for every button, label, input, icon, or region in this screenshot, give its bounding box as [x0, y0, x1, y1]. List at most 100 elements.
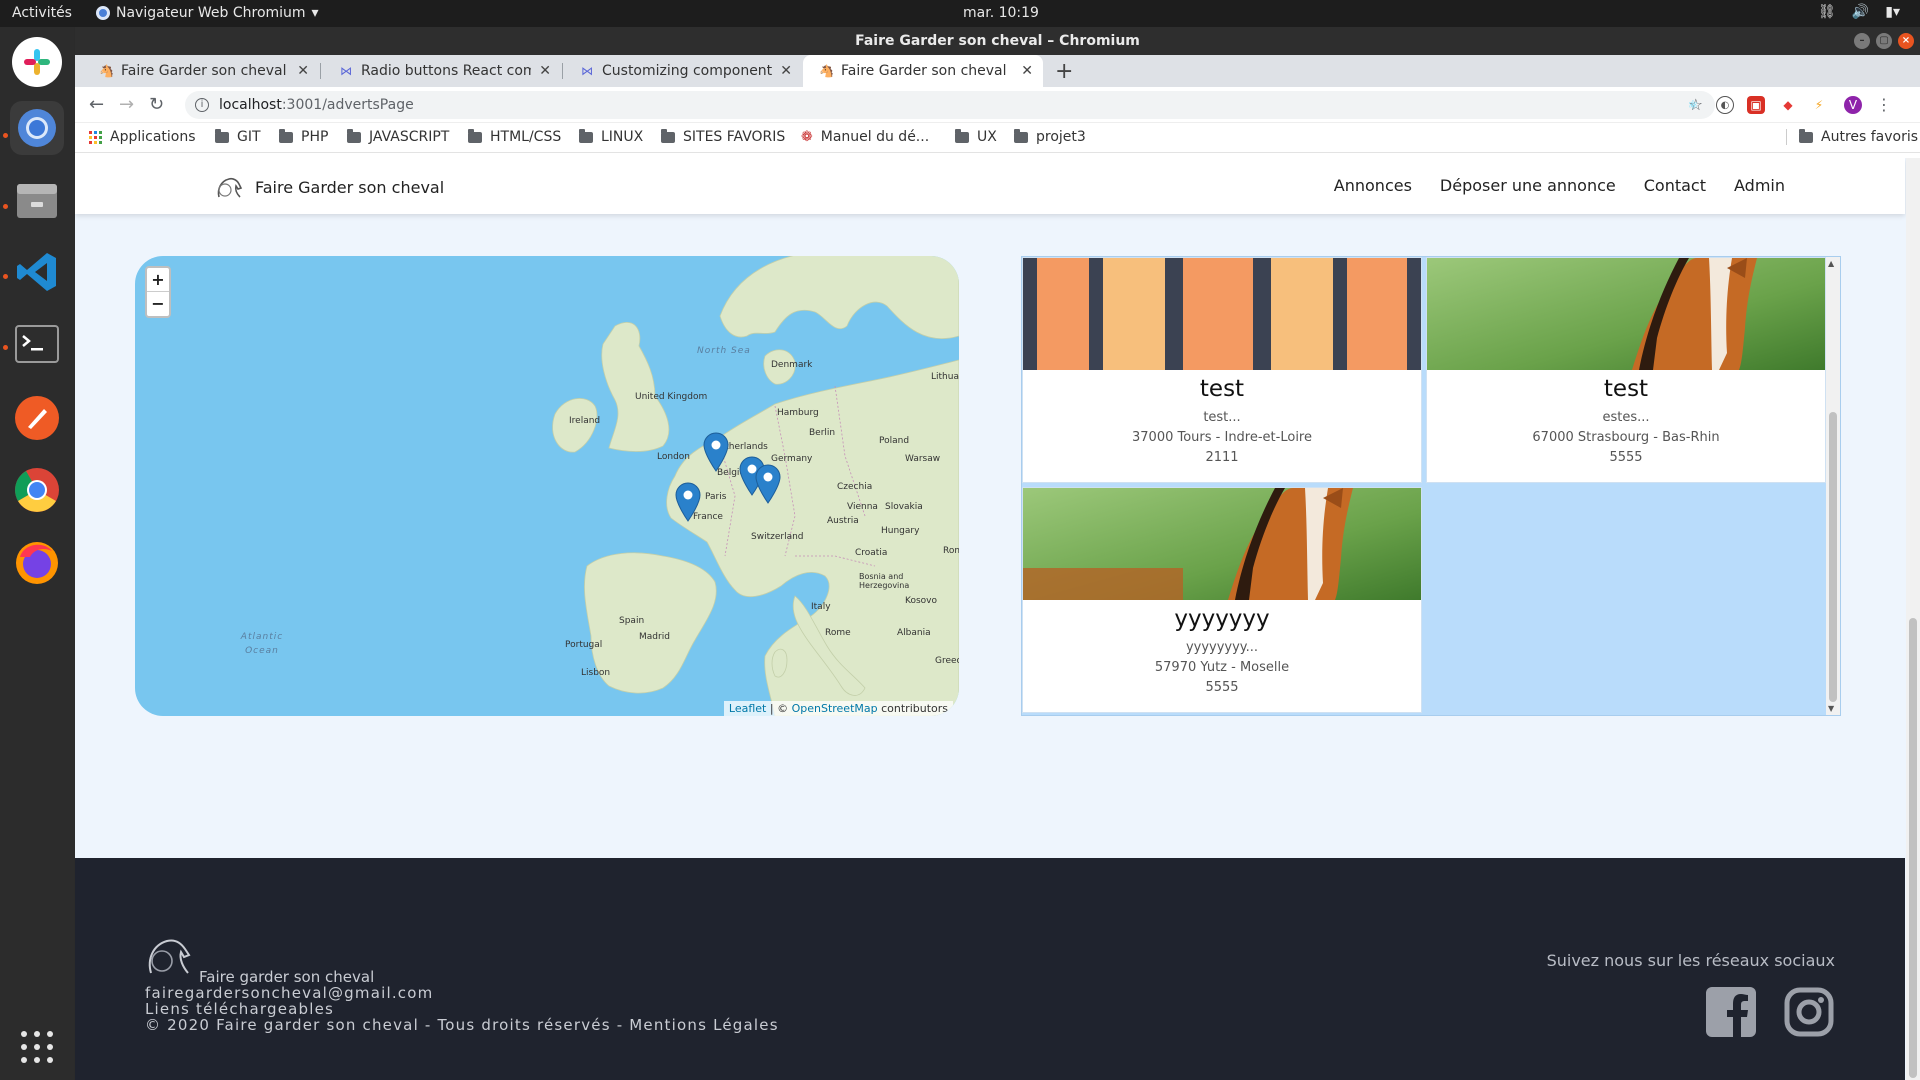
map-label: Kosovo: [905, 596, 937, 606]
zoom-out-button[interactable]: −: [147, 292, 169, 316]
bookmark-link[interactable]: ❁ Manuel du dé...: [801, 129, 929, 145]
horse-photo-image: [1023, 488, 1421, 600]
adverts-list[interactable]: test test... 37000 Tours - Indre-et-Loir…: [1021, 256, 1841, 716]
bookmark-folder[interactable]: HTML/CSS: [468, 128, 561, 145]
page-scrollbar[interactable]: [1906, 158, 1920, 1080]
map-marker-strasbourg[interactable]: [755, 464, 781, 504]
map-marker-tours[interactable]: [675, 482, 701, 522]
bookmark-folder[interactable]: LINUX: [579, 128, 643, 145]
map-marker-lille[interactable]: [703, 432, 729, 472]
advert-title: test: [1603, 376, 1649, 402]
tab-close-icon[interactable]: ✕: [1021, 63, 1033, 79]
os-top-bar: Activités Navigateur Web Chromium ▾ mar.…: [0, 0, 1920, 27]
clock[interactable]: mar. 10:19: [963, 5, 1039, 21]
more-menu-icon[interactable]: ⋮: [1875, 96, 1893, 114]
app-menu[interactable]: Navigateur Web Chromium ▾: [96, 5, 319, 21]
scroll-down-icon[interactable]: ▼: [1828, 704, 1834, 713]
colorzilla-icon[interactable]: ◆: [1779, 96, 1797, 114]
map-label: Paris: [705, 492, 727, 502]
tab-close-icon[interactable]: ✕: [539, 63, 551, 79]
tab-label: Faire Garder son cheval: [841, 63, 1007, 79]
battery-icon: ▮▾: [1885, 4, 1900, 20]
mui-favicon-icon: ⋈: [581, 64, 593, 78]
list-scrollbar[interactable]: ▲ ▼: [1826, 257, 1840, 715]
reload-icon[interactable]: ↻: [149, 94, 164, 115]
striped-pattern-image: [1023, 258, 1421, 370]
show-apps-icon[interactable]: [10, 1020, 64, 1074]
page-scrollbar-thumb[interactable]: [1909, 618, 1917, 1078]
tab-2[interactable]: ⋈ Radio buttons React comp ✕: [323, 55, 561, 87]
window-titlebar[interactable]: Faire Garder son cheval – Chromium – ▢ ×: [75, 27, 1920, 55]
other-bookmarks[interactable]: Autres favoris: [1786, 128, 1918, 145]
chromium-icon: [96, 6, 110, 20]
tab-close-icon[interactable]: ✕: [297, 63, 309, 79]
osm-link[interactable]: OpenStreetMap: [792, 702, 878, 715]
bookmark-folder[interactable]: GIT: [215, 128, 261, 145]
bookmark-folder[interactable]: projet3: [1014, 128, 1086, 145]
map-label: Bosnia and Herzegovina: [859, 572, 910, 590]
footer-copyright: © 2020 Faire garder son cheval - Tous dr…: [145, 1016, 779, 1034]
tab-3[interactable]: ⋈ Customizing components ✕: [564, 55, 802, 87]
tab-1[interactable]: 🐴 Faire Garder son cheval ✕: [83, 55, 319, 87]
bookmark-folder[interactable]: PHP: [279, 128, 329, 145]
instagram-icon[interactable]: [1783, 986, 1835, 1038]
advert-card[interactable]: yyyyyyy yyyyyyyy... 57970 Yutz - Moselle…: [1022, 487, 1422, 713]
bookmark-folder[interactable]: SITES FAVORIS: [661, 128, 785, 145]
attribution-text: contributors: [877, 702, 948, 715]
close-window-button[interactable]: ×: [1898, 33, 1914, 49]
firefox-icon[interactable]: [10, 535, 64, 589]
page-viewport: Faire Garder son cheval Annonces Déposer…: [75, 158, 1920, 1080]
bookmark-folder[interactable]: UX: [955, 128, 997, 145]
bookmark-label: PHP: [301, 129, 329, 145]
maximize-button[interactable]: ▢: [1876, 33, 1892, 49]
chrome-icon[interactable]: [10, 463, 64, 517]
facebook-icon[interactable]: [1705, 986, 1757, 1038]
advert-card[interactable]: test estes... 67000 Strasbourg - Bas-Rhi…: [1426, 257, 1826, 483]
advert-image: [1427, 258, 1825, 370]
bookmark-label: Manuel du dé...: [820, 129, 930, 145]
vscode-icon[interactable]: [10, 245, 64, 299]
nav-admin[interactable]: Admin: [1734, 176, 1785, 195]
leaflet-link[interactable]: Leaflet: [729, 702, 766, 715]
folder-icon: [661, 128, 675, 143]
info-icon[interactable]: i: [195, 98, 209, 112]
site-brand[interactable]: Faire Garder son cheval: [215, 175, 444, 199]
activities-button[interactable]: Activités: [12, 5, 72, 21]
advert-title: yyyyyyy: [1174, 606, 1270, 632]
new-tab-button[interactable]: +: [1055, 59, 1073, 84]
back-arrow-icon[interactable]: ←: [89, 94, 104, 115]
react-devtools-icon[interactable]: ⚛: [1684, 96, 1702, 114]
nav-annonces[interactable]: Annonces: [1334, 176, 1412, 195]
system-tray[interactable]: ⛓ 🔊 ▮▾: [1818, 4, 1900, 20]
tab-4-active[interactable]: 🐴 Faire Garder son cheval ✕: [803, 55, 1043, 87]
map-label: Lithuani: [931, 372, 959, 382]
tab-close-icon[interactable]: ✕: [780, 63, 792, 79]
zoom-in-button[interactable]: +: [147, 268, 169, 292]
postman-icon[interactable]: [10, 391, 64, 445]
extension-icon[interactable]: ◐: [1716, 96, 1734, 114]
files-icon[interactable]: [10, 173, 64, 227]
bookmark-applications[interactable]: Applications: [89, 129, 196, 145]
terminal-icon[interactable]: [10, 317, 64, 371]
extension-icon[interactable]: ▣: [1747, 96, 1765, 114]
scroll-up-icon[interactable]: ▲: [1828, 259, 1834, 268]
network-icon: ⛓: [1818, 4, 1836, 20]
address-bar[interactable]: i localhost:3001/advertsPage ☆: [185, 91, 1715, 119]
advert-card[interactable]: test test... 37000 Tours - Indre-et-Loir…: [1022, 257, 1422, 483]
forward-arrow-icon[interactable]: →: [119, 94, 134, 115]
nav-deposer-annonce[interactable]: Déposer une annonce: [1440, 176, 1616, 195]
advert-title: test: [1199, 376, 1245, 402]
list-scrollbar-thumb[interactable]: [1829, 412, 1837, 702]
folder-icon: [955, 128, 969, 143]
adverts-map[interactable]: + − North Sea Denmark United Kingdom Ire…: [135, 256, 959, 716]
chromium-dock-icon[interactable]: [10, 101, 64, 155]
profile-avatar[interactable]: V: [1844, 96, 1862, 114]
folder-icon: [279, 128, 293, 143]
extension-icon[interactable]: ⚡: [1810, 96, 1828, 114]
slack-icon[interactable]: [12, 37, 62, 87]
map-label: Rome: [825, 628, 851, 638]
nav-contact[interactable]: Contact: [1644, 176, 1706, 195]
minimize-button[interactable]: –: [1854, 33, 1870, 49]
bookmark-folder[interactable]: JAVASCRIPT: [347, 128, 449, 145]
bookmark-label: Applications: [110, 129, 196, 145]
